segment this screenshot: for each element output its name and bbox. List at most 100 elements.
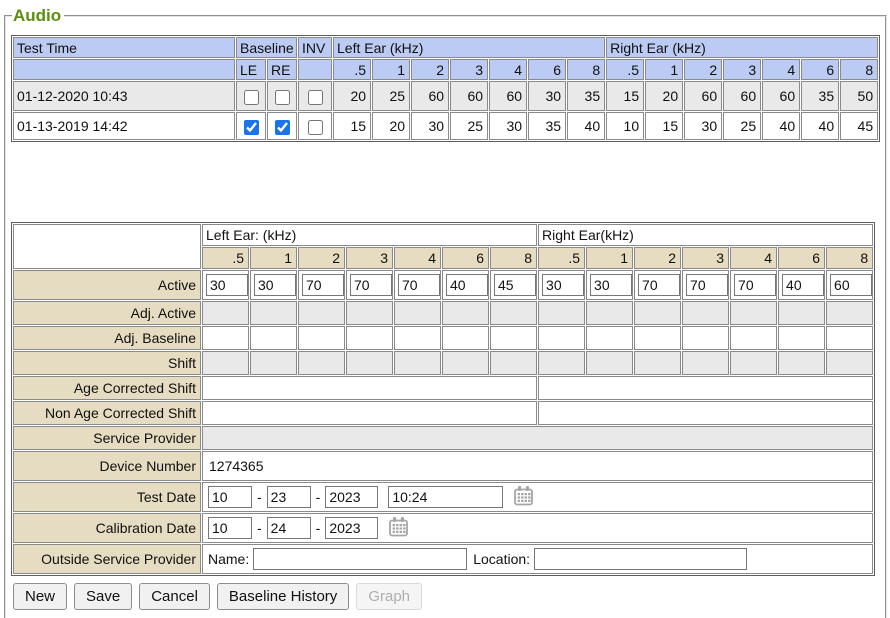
- name-input[interactable]: [253, 548, 467, 570]
- service-provider-row: Service Provider: [13, 426, 873, 450]
- baseline-re-cell: [267, 112, 297, 140]
- test-time-cell: 01-13-2019 14:42: [13, 112, 235, 140]
- active-cell: [778, 270, 825, 300]
- freq-header: 6: [528, 59, 566, 80]
- adj-baseline-cell: [586, 326, 633, 350]
- test-date-month-input[interactable]: [208, 486, 252, 508]
- outside-service-provider-row: Outside Service Provider Name: Location:: [13, 544, 873, 574]
- calibration-day-input[interactable]: [267, 517, 311, 539]
- baseline-re-checkbox[interactable]: [275, 120, 290, 135]
- row-label-outside-service-provider: Outside Service Provider: [13, 544, 201, 574]
- inv-checkbox[interactable]: [308, 120, 323, 135]
- table-row[interactable]: 01-13-2019 14:42 15 20 30 25 30 35 40 10…: [13, 112, 878, 140]
- active-input[interactable]: [830, 274, 872, 296]
- adj-baseline-cell: [490, 326, 537, 350]
- col-header-left-ear: Left Ear (kHz): [333, 37, 605, 58]
- new-button[interactable]: New: [13, 583, 67, 610]
- adj-active-cell: [538, 301, 585, 325]
- adj-active-cell: [682, 301, 729, 325]
- location-input[interactable]: [534, 548, 747, 570]
- right-ear-value: 60: [684, 81, 722, 111]
- date-separator: -: [256, 489, 263, 505]
- test-time-input[interactable]: [388, 486, 503, 508]
- active-cell: [394, 270, 441, 300]
- save-button[interactable]: Save: [74, 583, 132, 610]
- active-input[interactable]: [446, 274, 488, 296]
- graph-button: Graph: [356, 583, 422, 610]
- freq-header: 2: [298, 247, 345, 269]
- age-corrected-shift-right-cell: [538, 376, 873, 400]
- active-input[interactable]: [686, 274, 728, 296]
- shift-cell: [634, 351, 681, 375]
- left-ear-value: 25: [372, 81, 410, 111]
- baseline-le-checkbox[interactable]: [244, 120, 259, 135]
- adj-active-cell: [826, 301, 873, 325]
- freq-header: 8: [490, 247, 537, 269]
- active-input[interactable]: [590, 274, 632, 296]
- table-row[interactable]: 01-12-2020 10:43 20 25 60 60 60 30 35 15…: [13, 81, 878, 111]
- left-ear-value: 60: [450, 81, 488, 111]
- audiogram-header-row: Left Ear: (kHz) Right Ear(kHz): [13, 224, 873, 246]
- age-corrected-shift-row: Age Corrected Shift: [13, 376, 873, 400]
- baseline-le-checkbox[interactable]: [244, 90, 259, 105]
- inv-cell: [298, 112, 332, 140]
- active-input[interactable]: [206, 274, 248, 296]
- left-ear-value: 35: [567, 81, 605, 111]
- active-cell: [202, 270, 249, 300]
- adj-active-cell: [442, 301, 489, 325]
- active-input[interactable]: [638, 274, 680, 296]
- freq-header: 1: [645, 59, 683, 80]
- active-cell: [586, 270, 633, 300]
- active-cell: [346, 270, 393, 300]
- baseline-history-button[interactable]: Baseline History: [217, 583, 349, 610]
- active-input[interactable]: [734, 274, 776, 296]
- shift-row: Shift: [13, 351, 873, 375]
- test-date-year-input[interactable]: [325, 486, 378, 508]
- freq-header: 6: [442, 247, 489, 269]
- baseline-re-checkbox[interactable]: [275, 90, 290, 105]
- left-ear-value: 20: [372, 112, 410, 140]
- col-header-re: RE: [267, 59, 297, 80]
- active-input[interactable]: [542, 274, 584, 296]
- calendar-icon[interactable]: [388, 516, 409, 540]
- active-input[interactable]: [782, 274, 824, 296]
- left-ear-header: Left Ear: (kHz): [202, 224, 537, 246]
- adj-active-cell: [490, 301, 537, 325]
- freq-header: .5: [538, 247, 585, 269]
- inv-checkbox[interactable]: [308, 90, 323, 105]
- row-label-active: Active: [13, 270, 201, 300]
- active-input[interactable]: [254, 274, 296, 296]
- active-input[interactable]: [350, 274, 392, 296]
- col-header-baseline: Baseline: [236, 37, 297, 58]
- inv-cell: [298, 81, 332, 111]
- freq-header: 3: [346, 247, 393, 269]
- right-ear-value: 30: [684, 112, 722, 140]
- baseline-table: Test Time Baseline INV Left Ear (kHz) Ri…: [11, 35, 880, 142]
- audio-section: Audio Test Time Baseline INV Left Ear (k…: [4, 6, 887, 618]
- cancel-button[interactable]: Cancel: [139, 583, 210, 610]
- active-cell: [442, 270, 489, 300]
- adj-baseline-cell: [202, 326, 249, 350]
- baseline-le-cell: [236, 81, 266, 111]
- calendar-icon[interactable]: [513, 485, 534, 509]
- active-input[interactable]: [398, 274, 440, 296]
- adj-active-cell: [250, 301, 297, 325]
- right-ear-value: 60: [762, 81, 800, 111]
- right-ear-value: 45: [840, 112, 878, 140]
- freq-header: 4: [394, 247, 441, 269]
- adj-active-cell: [202, 301, 249, 325]
- active-input[interactable]: [302, 274, 344, 296]
- adj-active-cell: [298, 301, 345, 325]
- calibration-month-input[interactable]: [208, 517, 252, 539]
- freq-header: 6: [778, 247, 825, 269]
- calibration-year-input[interactable]: [325, 517, 378, 539]
- shift-cell: [346, 351, 393, 375]
- test-date-day-input[interactable]: [267, 486, 311, 508]
- active-cell: [826, 270, 873, 300]
- empty-corner-cell: [13, 224, 201, 269]
- non-age-corrected-shift-left-cell: [202, 401, 537, 425]
- active-input[interactable]: [494, 274, 536, 296]
- shift-cell: [442, 351, 489, 375]
- shift-cell: [538, 351, 585, 375]
- row-label-shift: Shift: [13, 351, 201, 375]
